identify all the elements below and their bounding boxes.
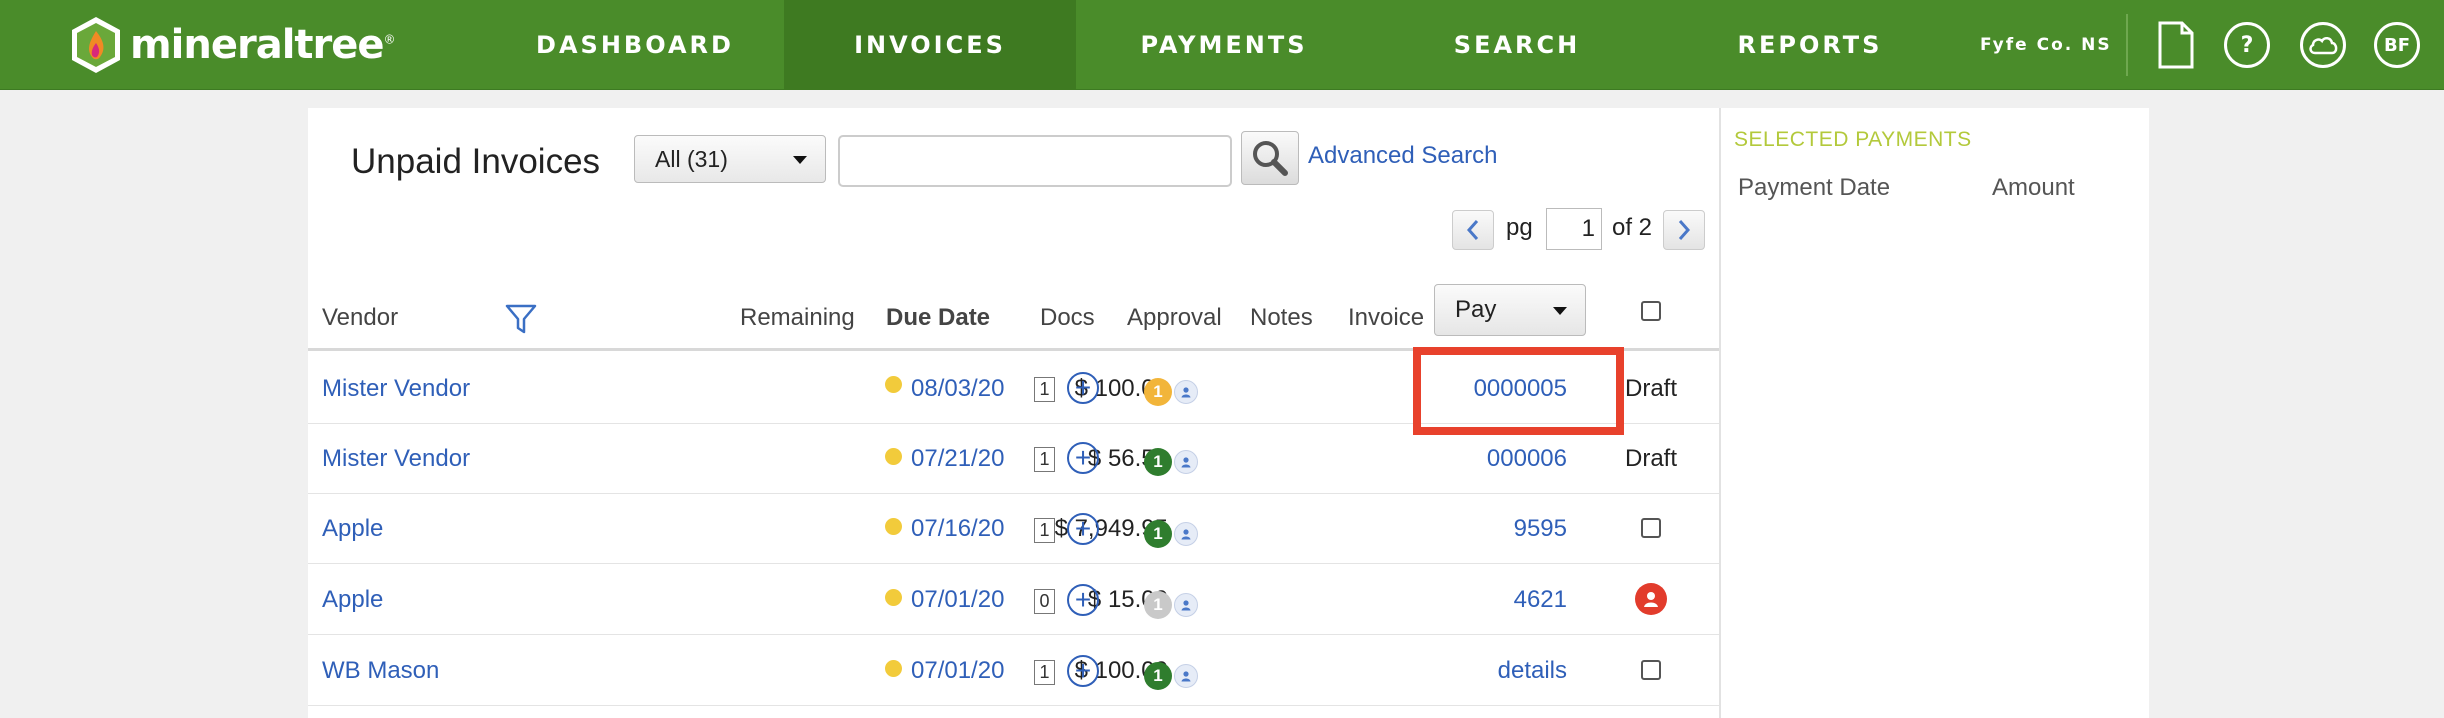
row-select-checkbox[interactable] (1641, 518, 1661, 538)
table-row: Apple $ 7,949.95 07/16/20 1 + 1 9595 (308, 494, 1719, 564)
vendor-link[interactable]: Mister Vendor (322, 424, 470, 494)
search-button[interactable] (1241, 131, 1299, 185)
due-date-link[interactable]: 07/01/20 (911, 565, 1004, 635)
invoice-filter-select[interactable]: All (31) (634, 135, 826, 183)
col-header-remaining[interactable]: Remaining (740, 304, 855, 332)
prev-page-button[interactable] (1452, 210, 1494, 250)
highlight-annotation-box (1413, 347, 1624, 435)
amount-header: Amount (1992, 174, 2075, 201)
col-header-vendor[interactable]: Vendor (322, 304, 398, 332)
chevron-right-icon (1678, 220, 1691, 240)
chevron-left-icon (1466, 220, 1479, 240)
due-status-dot (885, 448, 902, 465)
chevron-down-icon (793, 156, 807, 164)
chevron-down-icon (1553, 307, 1567, 315)
select-all-checkbox[interactable] (1641, 301, 1661, 321)
cloud-icon[interactable] (2300, 22, 2346, 68)
doc-count[interactable]: 0 (1034, 589, 1055, 614)
pay-action-select[interactable]: Pay (1434, 284, 1586, 336)
mineraltree-logo[interactable]: mineraltree® (70, 14, 396, 76)
status-draft: Draft (1625, 445, 1678, 472)
approval-badge[interactable]: 1 (1144, 662, 1172, 690)
invoice-number-link[interactable]: 4621 (1514, 565, 1567, 635)
doc-count[interactable]: 1 (1034, 377, 1055, 402)
vendor-link[interactable]: Mister Vendor (322, 354, 470, 424)
table-row: WB Mason $ 100.00 07/01/20 1 + 1 details (308, 636, 1719, 706)
due-status-dot (885, 376, 902, 393)
nav-invoices[interactable]: INVOICES (784, 0, 1076, 90)
vendor-link[interactable]: Apple (322, 494, 383, 564)
advanced-search-link[interactable]: Advanced Search (1308, 142, 1497, 170)
document-icon[interactable] (2156, 20, 2196, 70)
approver-user-icon[interactable] (1174, 664, 1198, 688)
nav-payments[interactable]: PAYMENTS (1076, 0, 1372, 90)
approver-user-icon[interactable] (1174, 380, 1198, 404)
add-document-icon[interactable]: + (1067, 372, 1099, 404)
nav-divider (2126, 14, 2128, 76)
nav-dashboard[interactable]: DASHBOARD (500, 0, 770, 90)
col-header-notes[interactable]: Notes (1250, 304, 1313, 332)
top-nav-bar: mineraltree® DASHBOARD INVOICES PAYMENTS… (0, 0, 2444, 90)
add-document-icon[interactable]: + (1067, 513, 1099, 545)
nav-reports[interactable]: REPORTS (1662, 0, 1958, 90)
add-document-icon[interactable]: + (1067, 584, 1099, 616)
approver-user-icon[interactable] (1174, 522, 1198, 546)
pg-label: pg (1506, 214, 1533, 241)
col-header-docs[interactable]: Docs (1040, 304, 1095, 332)
page-title: Unpaid Invoices (351, 142, 601, 181)
due-date-link[interactable]: 08/03/20 (911, 354, 1004, 424)
approval-required-user-icon[interactable] (1635, 583, 1667, 615)
vendor-link[interactable]: WB Mason (322, 636, 439, 706)
search-input[interactable] (838, 135, 1232, 187)
approval-badge[interactable]: 1 (1144, 448, 1172, 476)
col-header-approval[interactable]: Approval (1127, 304, 1222, 332)
invoice-details-link[interactable]: details (1498, 636, 1567, 706)
status-draft: Draft (1625, 375, 1678, 402)
filter-funnel-icon[interactable] (504, 302, 538, 341)
col-header-invoice[interactable]: Invoice (1348, 304, 1424, 332)
table-row: Apple $ 15.00 07/01/20 0 + 1 4621 (308, 565, 1719, 635)
approval-badge[interactable]: 1 (1144, 378, 1172, 406)
invoice-number-link[interactable]: 9595 (1514, 494, 1567, 564)
add-document-icon[interactable]: + (1067, 442, 1099, 474)
registered-mark: ® (383, 32, 396, 47)
doc-count[interactable]: 1 (1034, 518, 1055, 543)
due-status-dot (885, 589, 902, 606)
help-icon[interactable]: ? (2224, 22, 2270, 68)
selected-payments-panel: SELECTED PAYMENTS Payment Date Amount (1721, 108, 2149, 718)
search-icon (1253, 141, 1288, 176)
doc-count[interactable]: 1 (1034, 660, 1055, 685)
selected-payments-title: SELECTED PAYMENTS (1734, 128, 1972, 151)
org-name[interactable]: Fyfe Co. NS (1980, 0, 2112, 90)
user-avatar[interactable]: BF (2374, 22, 2420, 68)
approver-user-icon[interactable] (1174, 593, 1198, 617)
approval-badge[interactable]: 1 (1144, 591, 1172, 619)
approval-badge[interactable]: 1 (1144, 520, 1172, 548)
next-page-button[interactable] (1663, 210, 1705, 250)
due-date-link[interactable]: 07/21/20 (911, 424, 1004, 494)
page-number-input[interactable] (1546, 208, 1602, 250)
due-date-link[interactable]: 07/16/20 (911, 494, 1004, 564)
payment-date-header: Payment Date (1738, 174, 1891, 201)
due-status-dot (885, 660, 902, 677)
flame-hex-icon (70, 15, 122, 75)
doc-count[interactable]: 1 (1034, 447, 1055, 472)
page-count-label: of 2 (1612, 214, 1653, 241)
vendor-link[interactable]: Apple (322, 565, 383, 635)
nav-search[interactable]: SEARCH (1372, 0, 1662, 90)
add-document-icon[interactable]: + (1067, 655, 1099, 687)
logo-wordmark: mineraltree (130, 22, 385, 68)
row-select-checkbox[interactable] (1641, 660, 1661, 680)
approver-user-icon[interactable] (1174, 450, 1198, 474)
due-date-link[interactable]: 07/01/20 (911, 636, 1004, 706)
due-status-dot (885, 518, 902, 535)
col-header-due-date[interactable]: Due Date (886, 304, 990, 332)
